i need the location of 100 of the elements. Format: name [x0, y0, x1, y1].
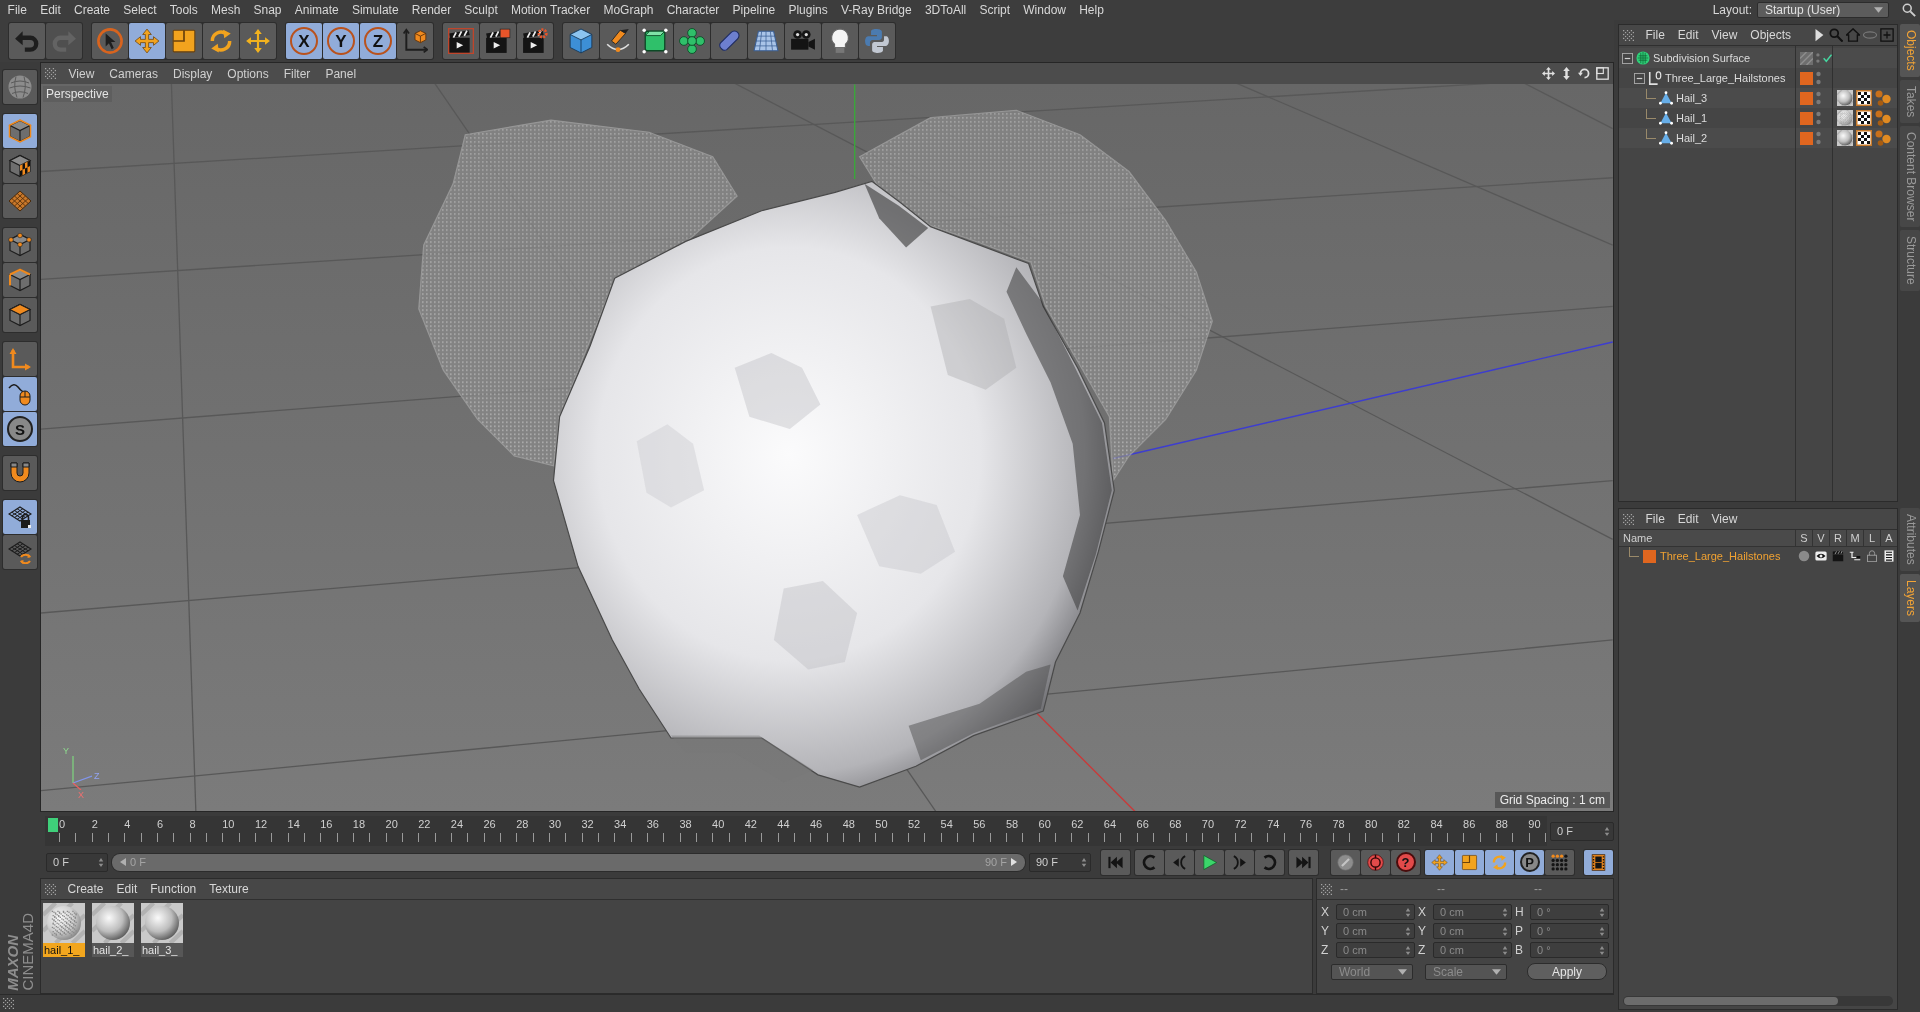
point-level-button[interactable] — [1545, 849, 1574, 875]
position-key-button[interactable] — [1425, 849, 1454, 875]
object-name[interactable]: Hail_3 — [1676, 92, 1708, 104]
menu-item[interactable]: Plugins — [781, 1, 835, 19]
layer-swatch-icon[interactable] — [1800, 131, 1813, 145]
collapse-toggle-icon[interactable] — [1622, 52, 1633, 64]
menu-item[interactable]: Edit — [33, 1, 68, 19]
start-frame-field[interactable]: 0 F — [46, 852, 108, 872]
visibility-dots-icon[interactable] — [1816, 111, 1821, 125]
edges-mode-button[interactable] — [3, 263, 37, 297]
menu-item[interactable]: Animate — [288, 1, 346, 19]
menu-item[interactable]: Edit — [1671, 510, 1706, 528]
texture-mode-button[interactable] — [3, 149, 37, 183]
side-tab[interactable]: Attributes — [1900, 508, 1920, 571]
menu-item[interactable]: View — [61, 64, 102, 83]
apply-button[interactable]: Apply — [1527, 963, 1607, 980]
undo-button[interactable] — [9, 23, 45, 59]
select-tool-button[interactable] — [92, 23, 128, 59]
layer-swatch-icon[interactable] — [1800, 111, 1813, 125]
axis-lock-button[interactable]: Z — [360, 23, 396, 59]
previous-key-button[interactable] — [1135, 849, 1164, 875]
horizontal-scrollbar[interactable] — [1623, 996, 1893, 1006]
home-icon[interactable] — [1846, 28, 1860, 42]
workplane-button[interactable] — [3, 535, 37, 569]
model-mode-button[interactable] — [3, 114, 37, 148]
visibility-dots-icon[interactable] — [1816, 91, 1821, 105]
menu-item[interactable]: File — [1639, 510, 1672, 528]
material-swatch[interactable] — [43, 903, 85, 943]
checker-tag-icon[interactable] — [1856, 130, 1872, 146]
rotation-key-button[interactable] — [1485, 849, 1514, 875]
dots-tag-icon[interactable] — [1875, 130, 1891, 146]
menu-item[interactable]: Simulate — [345, 1, 406, 19]
render-settings-button[interactable] — [517, 23, 553, 59]
menu-item[interactable]: Function — [143, 880, 203, 898]
menu-item[interactable]: Cameras — [101, 64, 166, 83]
material-swatch[interactable] — [141, 903, 183, 943]
menu-item[interactable]: Filter — [276, 64, 318, 83]
menu-item[interactable]: Panel — [317, 64, 364, 83]
next-key-button[interactable] — [1255, 849, 1284, 875]
axis-mode-button[interactable] — [3, 342, 37, 376]
material-name[interactable]: hail_3_ — [141, 943, 183, 957]
scale-key-button[interactable] — [1455, 849, 1484, 875]
visibility-dots-icon[interactable] — [1816, 131, 1821, 145]
column-header[interactable]: S — [1795, 530, 1812, 546]
hierarchy-icon[interactable] — [1848, 550, 1861, 562]
menu-item[interactable]: Mesh — [204, 1, 247, 19]
timeline-button[interactable] — [1584, 849, 1613, 875]
menu-item[interactable]: File — [1, 1, 34, 19]
orbit-icon[interactable] — [1578, 67, 1591, 80]
layer-swatch-icon[interactable] — [1800, 71, 1813, 85]
workplane-mode-button[interactable] — [3, 184, 37, 218]
scrollbar-thumb[interactable] — [1624, 997, 1839, 1005]
list-icon[interactable] — [1882, 550, 1895, 562]
checker-tag-icon[interactable] — [1856, 110, 1872, 126]
dots-tag-icon[interactable] — [1875, 110, 1891, 126]
cube-button[interactable] — [563, 23, 599, 59]
menu-item[interactable]: Pipeline — [725, 1, 782, 19]
search-icon[interactable] — [1902, 3, 1916, 17]
points-mode-button[interactable] — [3, 228, 37, 262]
menu-item[interactable]: Texture — [202, 880, 256, 898]
material-tag-icon[interactable] — [1837, 130, 1853, 146]
end-frame-field[interactable]: 90 F — [1029, 852, 1091, 872]
hatched-square-icon[interactable] — [1800, 51, 1813, 65]
lock-workplane-button[interactable] — [3, 500, 37, 534]
layout-dropdown[interactable]: Startup (User) — [1757, 2, 1889, 18]
lock-icon[interactable] — [1865, 550, 1878, 562]
menu-item[interactable]: 3DToAll — [918, 1, 973, 19]
solo-button[interactable]: S — [3, 412, 37, 446]
object-name[interactable]: Three_Large_Hailstones — [1665, 72, 1786, 84]
menu-item[interactable]: V-Ray Bridge — [834, 1, 919, 19]
menu-item[interactable]: Edit — [1671, 26, 1706, 44]
menu-item[interactable]: Sculpt — [457, 1, 505, 19]
visibility-dots-icon[interactable] — [1816, 71, 1821, 85]
subdivision-button[interactable] — [637, 23, 673, 59]
coordinate-system-button[interactable] — [397, 23, 433, 59]
menu-item[interactable]: Help — [1072, 1, 1111, 19]
object-name[interactable]: Hail_2 — [1676, 132, 1708, 144]
menu-item[interactable]: Objects — [1743, 26, 1798, 44]
column-header[interactable]: M — [1846, 530, 1863, 546]
pen-button[interactable] — [600, 23, 636, 59]
play-button[interactable] — [1195, 849, 1224, 875]
floor-button[interactable] — [748, 23, 784, 59]
menu-item[interactable]: Window — [1016, 1, 1073, 19]
material-swatch[interactable] — [92, 903, 134, 943]
solo-dot-icon[interactable] — [1797, 550, 1810, 562]
menu-item[interactable]: Display — [165, 64, 220, 83]
column-header[interactable]: R — [1829, 530, 1846, 546]
side-tab[interactable]: Structure — [1900, 230, 1920, 292]
axis-lock-button[interactable]: X — [286, 23, 322, 59]
clapperboard-icon[interactable] — [1831, 550, 1844, 562]
move-tool-button[interactable] — [129, 23, 165, 59]
layout-window-icon[interactable] — [1596, 67, 1609, 80]
render-button[interactable] — [480, 23, 516, 59]
layer-swatch-icon[interactable] — [1800, 91, 1813, 105]
rock-model[interactable] — [858, 109, 1213, 483]
layer-swatch-icon[interactable] — [1643, 549, 1656, 563]
recent-tool-button[interactable] — [240, 23, 276, 59]
menu-item[interactable]: Create — [61, 880, 111, 898]
material-name[interactable]: hail_2_ — [92, 943, 134, 957]
menu-item[interactable]: Motion Tracker — [504, 1, 597, 19]
